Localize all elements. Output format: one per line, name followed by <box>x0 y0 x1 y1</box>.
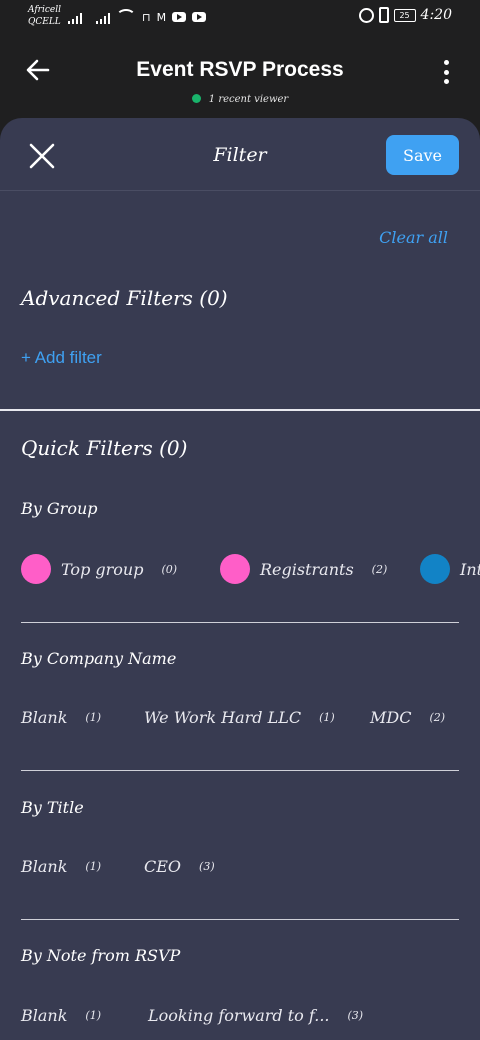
chip-count: (2) <box>429 711 446 724</box>
by-title-title: By Title <box>21 798 84 817</box>
divider <box>21 770 459 771</box>
battery-icon: 25 <box>393 8 416 22</box>
by-note-title: By Note from RSVP <box>21 946 181 965</box>
group-color-dot-icon <box>21 554 51 584</box>
wifi-icon <box>116 9 136 25</box>
chip-count: (1) <box>85 1009 102 1022</box>
youtube-icon-2 <box>192 12 207 22</box>
note-chip-blank[interactable]: Blank (1) <box>21 1006 101 1025</box>
by-company-title: By Company Name <box>21 649 177 668</box>
group-chip-count: (2) <box>371 562 388 576</box>
filter-sheet-header: Filter Save <box>0 118 480 191</box>
youtube-icon <box>172 12 187 22</box>
title-chip-ceo[interactable]: CEO (3) <box>144 857 215 876</box>
chip-label: We Work Hard LLC <box>144 708 302 727</box>
group-color-dot-icon <box>220 554 250 584</box>
divider <box>21 919 459 920</box>
carrier-name: Africell QCELL <box>28 5 61 27</box>
group-chip-label: Registrants <box>260 559 354 579</box>
add-filter-button[interactable]: + Add filter <box>21 348 102 368</box>
chip-count: (1) <box>85 711 102 724</box>
company-chip-blank[interactable]: Blank (1) <box>21 708 101 727</box>
app-header: Event RSVP Process 1 recent viewer <box>0 34 480 120</box>
filter-sheet: Filter Save Clear all Advanced Filters (… <box>0 118 480 1040</box>
chip-label: Blank <box>21 1006 68 1025</box>
screen-icon: ⊓ <box>142 10 151 24</box>
gmail-icon: M <box>156 10 167 24</box>
chip-label: CEO <box>144 857 182 876</box>
chip-count: (1) <box>319 711 335 724</box>
chip-label: Blank <box>21 857 68 876</box>
title-chip-blank[interactable]: Blank (1) <box>21 857 101 876</box>
page-title: Event RSVP Process <box>136 58 344 81</box>
group-chip-top-group[interactable]: Top group (0) <box>21 554 177 584</box>
more-options-icon[interactable] <box>444 60 450 84</box>
group-chip-partial[interactable]: Int <box>420 554 480 584</box>
divider <box>21 622 459 623</box>
clear-all-link[interactable]: Clear all <box>379 228 448 247</box>
advanced-filters-title: Advanced Filters (0) <box>21 286 228 310</box>
chip-label: Blank <box>21 708 68 727</box>
online-dot-icon <box>191 94 201 103</box>
chip-label: MDC <box>370 708 412 727</box>
viewer-text: 1 recent viewer <box>208 94 289 105</box>
section-divider <box>0 409 480 411</box>
group-color-dot-icon <box>420 554 450 584</box>
group-chip-count: (0) <box>161 562 178 576</box>
alarm-icon <box>358 7 374 23</box>
quick-filters-title: Quick Filters (0) <box>21 436 188 460</box>
group-chip-label: Top group <box>61 559 144 579</box>
signal-icon-2 <box>96 12 112 24</box>
status-bar: Africell QCELL ⊓ M 25 4:20 <box>0 0 480 34</box>
clock: 4:20 <box>420 7 452 23</box>
note-chip-looking-forward[interactable]: Looking forward to f... (3) <box>148 1006 363 1025</box>
chip-count: (3) <box>199 860 215 873</box>
chip-count: (3) <box>347 1009 364 1022</box>
vibrate-icon <box>378 7 389 23</box>
chip-count: (1) <box>85 860 102 873</box>
company-chip-mdc[interactable]: MDC (2) <box>370 708 445 727</box>
recent-viewer-indicator[interactable]: 1 recent viewer <box>0 94 480 105</box>
by-group-title: By Group <box>21 499 98 518</box>
group-chip-label: Int <box>460 559 480 579</box>
group-chip-registrants[interactable]: Registrants (2) <box>220 554 387 584</box>
signal-icon <box>68 12 84 24</box>
save-button[interactable]: Save <box>386 135 459 175</box>
chip-label: Looking forward to f... <box>148 1006 330 1025</box>
company-chip-we-work-hard[interactable]: We Work Hard LLC (1) <box>144 708 335 727</box>
